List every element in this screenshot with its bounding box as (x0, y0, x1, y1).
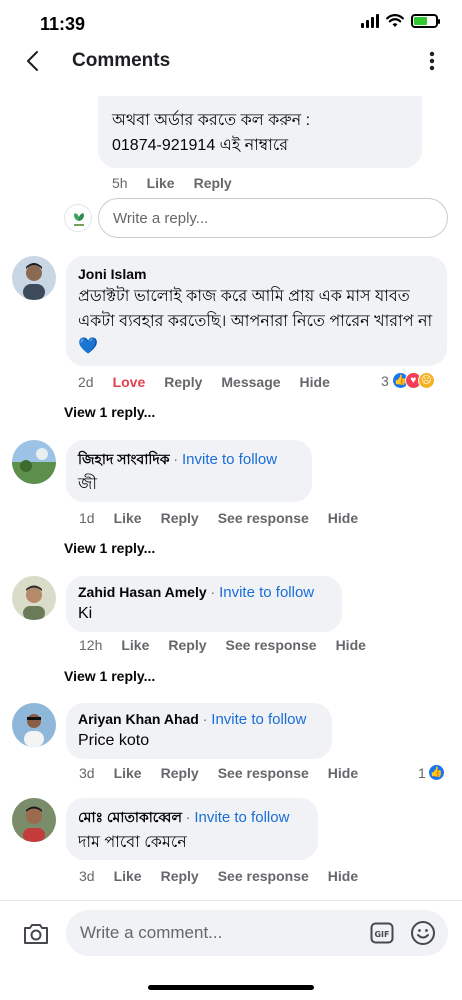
comment-bubble: Ariyan Khan Ahad · Invite to follow Pric… (66, 703, 332, 759)
comment-actions: 3d Like Reply See response Hide (79, 868, 377, 884)
like-button[interactable]: Like (114, 765, 142, 781)
comment-actions: 1d Like Reply See response Hide (79, 510, 377, 526)
comment-time: 3d (79, 765, 95, 781)
reply-time: 5h (112, 175, 128, 191)
reply-text-line: 01874-921914 এই নাম্বারে (112, 137, 289, 154)
reaction-summary[interactable]: 1 👍 (418, 764, 445, 781)
comment-author-line: জিহাদ সাংবাদিক · Invite to follow (78, 448, 300, 472)
message-button[interactable]: Message (221, 374, 280, 390)
see-response-button[interactable]: See response (226, 637, 317, 653)
comment-actions: 3d Like Reply See response Hide (79, 765, 377, 781)
hide-button[interactable]: Hide (300, 374, 330, 390)
view-replies-link[interactable]: View 1 reply... (64, 540, 155, 556)
reply-button[interactable]: Reply (161, 765, 199, 781)
hide-button[interactable]: Hide (328, 868, 358, 884)
comment-author[interactable]: মোঃ মোতাকাব্বেল (78, 809, 182, 825)
like-button[interactable]: Like (147, 175, 175, 191)
back-arrow-icon[interactable] (22, 48, 46, 74)
comment-author-line: মোঃ মোতাকাব্বেল · Invite to follow (78, 806, 306, 830)
invite-to-follow-link[interactable]: Invite to follow (211, 711, 306, 728)
comment-text: দাম পাবো কেমনে (78, 834, 187, 851)
gif-icon[interactable]: GIF (370, 921, 394, 945)
view-replies-link[interactable]: View 1 reply... (64, 668, 155, 684)
comment-bubble: জিহাদ সাংবাদিক · Invite to follow জী (66, 440, 312, 502)
reply-text-line: অথবা অর্ডার করতে কল করুন : (112, 112, 311, 129)
home-indicator (148, 985, 314, 990)
separator-dot: · (185, 809, 191, 825)
like-button[interactable]: Like (114, 510, 142, 526)
reaction-count: 3 (381, 372, 389, 389)
comment-time: 2d (78, 374, 94, 390)
comment-input-placeholder: Write a comment... (80, 923, 223, 942)
comment-text: Price koto (78, 732, 150, 749)
page-title: Comments (72, 50, 171, 71)
header: Comments (0, 46, 462, 76)
avatar[interactable] (12, 576, 56, 620)
see-response-button[interactable]: See response (218, 868, 309, 884)
comment-text: Ki (78, 605, 93, 622)
see-response-button[interactable]: See response (218, 765, 309, 781)
reply-input-placeholder: Write a reply... (113, 209, 209, 227)
comment-composer-bar: Write a comment... GIF (0, 900, 462, 1000)
comment-author-line: Zahid Hasan Amely · Invite to follow (78, 584, 330, 601)
comment-bubble: মোঃ মোতাকাব্বেল · Invite to follow দাম প… (66, 798, 318, 860)
like-button[interactable]: Like (114, 868, 142, 884)
see-response-button[interactable]: See response (218, 510, 309, 526)
separator-dot: · (173, 451, 179, 467)
reply-button[interactable]: Reply (161, 868, 199, 884)
invite-to-follow-link[interactable]: Invite to follow (182, 451, 277, 468)
camera-icon[interactable] (22, 921, 50, 947)
like-reaction-icon: 👍 (427, 764, 445, 781)
comment-author[interactable]: Zahid Hasan Amely (78, 584, 207, 600)
status-time: 11:39 (40, 14, 86, 34)
comment-actions: 2d Love Reply Message Hide (78, 374, 349, 390)
comment-author-line: Ariyan Khan Ahad · Invite to follow (78, 711, 320, 728)
more-options-icon[interactable] (428, 50, 436, 72)
emoji-icon[interactable] (410, 920, 436, 946)
reply-button[interactable]: Reply (194, 175, 232, 191)
comment-time: 1d (79, 510, 95, 526)
comment-text: জী (78, 476, 97, 493)
view-replies-link[interactable]: View 1 reply... (64, 404, 155, 420)
comment-actions: 12h Like Reply See response Hide (79, 637, 385, 653)
leaf-logo-icon (74, 213, 84, 226)
reply-input[interactable]: Write a reply... (98, 198, 448, 238)
svg-text:GIF: GIF (374, 930, 389, 939)
reply-button[interactable]: Reply (164, 374, 202, 390)
hide-button[interactable]: Hide (328, 510, 358, 526)
hide-button[interactable]: Hide (328, 765, 358, 781)
invite-to-follow-link[interactable]: Invite to follow (194, 809, 289, 826)
invite-to-follow-link[interactable]: Invite to follow (219, 584, 314, 601)
comment-author[interactable]: Joni Islam (78, 266, 435, 282)
signal-icon (361, 14, 379, 28)
wifi-icon (386, 14, 404, 27)
love-button[interactable]: Love (113, 374, 146, 390)
reaction-count: 1 (418, 764, 426, 781)
status-bar: 11:39 (0, 0, 462, 46)
like-button[interactable]: Like (121, 637, 149, 653)
comment-bubble: Zahid Hasan Amely · Invite to follow Ki (66, 576, 342, 632)
status-icons (361, 14, 440, 28)
hide-button[interactable]: Hide (336, 637, 366, 653)
reply-button[interactable]: Reply (161, 510, 199, 526)
avatar[interactable] (12, 703, 56, 747)
comment-bubble: Joni Islam প্রডাক্টটা ভালোই কাজ করে আমি … (66, 256, 447, 366)
reply-bubble: অথবা অর্ডার করতে কল করুন : 01874-921914 … (98, 96, 422, 168)
separator-dot: · (210, 584, 216, 600)
comment-time: 3d (79, 868, 95, 884)
comment-author[interactable]: জিহাদ সাংবাদিক (78, 451, 170, 467)
separator-dot: · (202, 711, 208, 727)
comment-text: প্রডাক্টটা ভালোই কাজ করে আমি প্রায় এক ম… (78, 288, 433, 355)
comment-time: 12h (79, 637, 103, 653)
reply-actions: 5h Like Reply (112, 175, 251, 191)
avatar[interactable] (12, 798, 56, 842)
page-avatar (64, 204, 92, 232)
comment-author[interactable]: Ariyan Khan Ahad (78, 711, 199, 727)
sad-reaction-icon: ☹ (417, 372, 435, 389)
battery-icon (411, 14, 440, 28)
avatar[interactable] (12, 256, 56, 300)
reply-button[interactable]: Reply (168, 637, 206, 653)
reaction-summary[interactable]: 3 👍 ♥ ☹ (381, 372, 435, 389)
avatar[interactable] (12, 440, 56, 484)
